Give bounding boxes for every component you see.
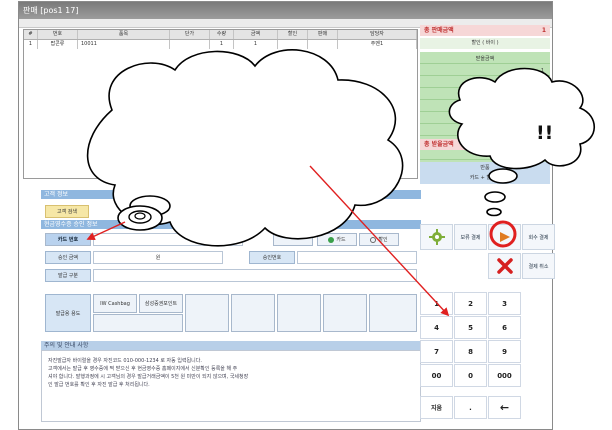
col-header[interactable]: 담당자 [338, 30, 417, 39]
customer-section-title: 고객 정보 [41, 190, 421, 199]
key-7[interactable]: 7 [420, 340, 453, 363]
change-sub: 카드 + 할인반 [469, 175, 501, 181]
close-icon [496, 258, 513, 274]
col-header[interactable]: 수량 [210, 30, 234, 39]
notice-line: 자진발급자 바이럴을 경우 자진코드 010-000-1234 로 자동 입력됩… [48, 358, 202, 364]
table-cell [278, 40, 308, 49]
col-header[interactable]: 금액 [234, 30, 278, 39]
due-row: 총 받을금액 1 [420, 139, 550, 150]
discount-row[interactable]: 할인 ( 바이 ) [420, 38, 550, 49]
customer-search-button[interactable]: 고객 검색 [45, 205, 89, 218]
key-6[interactable]: 6 [488, 316, 521, 339]
kind-option-7[interactable] [369, 294, 417, 332]
due-label: 총 받을금액 [424, 141, 454, 148]
payment-panel: 받을금액 1 [420, 52, 550, 177]
grid-header: # 번호 품목 단가 수량 금액 할인 판매 담당자 [24, 30, 417, 40]
window-title: 판매 [pos1 17] [19, 2, 552, 19]
option-card-label: 카드 [336, 237, 346, 243]
col-header[interactable]: 할인 [278, 30, 308, 39]
option-discount-button[interactable]: 할인 [359, 233, 399, 246]
notice-line: 인 발급 번호를 확인 후 자진 발급 후 처리됩니다. [48, 382, 150, 388]
radio-icon [328, 236, 335, 243]
col-header[interactable]: # [24, 30, 38, 39]
table-cell: 1 [210, 40, 234, 49]
notice-line: 고객에서는 발급 후 영수증에 찍 받으신 후 현금영수증 홈페이지에서 신분확… [48, 366, 238, 372]
change-row: 반품 카드 + 할인반 [420, 162, 550, 184]
cancel-payment-button[interactable]: 결제 취소 [522, 253, 555, 279]
table-cell: 10011 [78, 40, 170, 49]
pay-line [420, 102, 550, 112]
pay-line [420, 114, 550, 124]
pay-value: 1 [420, 66, 550, 76]
notice-section-title: 주의 및 안내 사항 [41, 341, 421, 350]
kind-option-8[interactable] [93, 314, 183, 332]
settings-button[interactable] [420, 224, 453, 250]
dot-key[interactable]: . [454, 396, 487, 419]
pay-line [420, 126, 550, 136]
backspace-key[interactable]: ← [488, 396, 521, 419]
next-button[interactable] [488, 224, 521, 250]
pay-line [420, 90, 550, 100]
key-5[interactable]: 5 [454, 316, 487, 339]
approval-label: 승인번호 [249, 251, 295, 264]
key-4[interactable]: 4 [420, 316, 453, 339]
type-field[interactable] [93, 269, 417, 282]
col-header[interactable]: 단가 [170, 30, 210, 39]
table-cell: 1 [24, 40, 38, 49]
product-grid: # 번호 품목 단가 수량 금액 할인 판매 담당자 1 팝콘류 10011 1… [23, 29, 418, 179]
pos-window: 판매 [pos1 17] # 번호 품목 단가 수량 금액 할인 판매 담당자 … [18, 1, 555, 430]
col-header[interactable]: 품목 [78, 30, 170, 39]
option-card-button[interactable]: 카드 [317, 233, 357, 246]
hold-payment-button[interactable]: 보류 결제 [454, 224, 487, 250]
total-row: 총 판매금액 1 [420, 25, 550, 36]
table-row[interactable]: 1 팝콘류 10011 1 1 주멘1 [24, 40, 417, 49]
col-header[interactable]: 판매 [308, 30, 338, 39]
key-8[interactable]: 8 [454, 340, 487, 363]
total-value: 1 [541, 27, 546, 34]
kind-option-6[interactable] [323, 294, 367, 332]
kind-option-5[interactable] [277, 294, 321, 332]
table-cell [170, 40, 210, 49]
key-0[interactable]: 0 [454, 364, 487, 387]
total-label: 총 판매금액 [424, 27, 454, 34]
kind-option-4[interactable] [231, 294, 275, 332]
clear-key[interactable]: 지움 [420, 396, 453, 419]
kind-option-1[interactable]: IW Cashbag [93, 294, 137, 313]
key-3[interactable]: 3 [488, 292, 521, 315]
type-label: 발급 구분 [45, 269, 91, 282]
play-arrow-icon [499, 232, 510, 242]
option-discount-label: 할인 [378, 237, 388, 243]
table-cell: 팝콘류 [38, 40, 78, 49]
receipt-section-title: 현금영수증 승인 정보 [41, 220, 421, 229]
exclamation-mark: !! [536, 122, 554, 144]
pay-line [420, 78, 550, 88]
radio-icon [370, 236, 377, 243]
card-number-button[interactable]: 카드 번호 [45, 233, 91, 246]
amount-field[interactable]: 원 [93, 251, 223, 264]
table-cell [308, 40, 338, 49]
change-label: 반품 [480, 165, 490, 171]
table-cell: 1 [234, 40, 278, 49]
option-button-blank[interactable] [273, 233, 313, 246]
col-header[interactable]: 번호 [38, 30, 78, 39]
approval-field[interactable] [297, 251, 417, 264]
collect-payment-button[interactable]: 회수 결제 [522, 224, 555, 250]
key-000[interactable]: 000 [488, 364, 521, 387]
key-1[interactable]: 1 [420, 292, 453, 315]
cancel-x-button[interactable] [488, 253, 521, 279]
amount-label: 승인 금액 [45, 251, 91, 264]
pay-label: 받을금액 [420, 54, 550, 64]
pay-line [420, 150, 550, 160]
notice-line: 셔야 합니다. 발행과정에 시 고객님의 경우 발급거래금액이 5천 원 미만이… [48, 374, 249, 380]
key-2[interactable]: 2 [454, 292, 487, 315]
kind-option-2[interactable]: 삼성증권포인트 [139, 294, 183, 313]
table-cell: 주멘1 [338, 40, 417, 49]
gear-icon [428, 229, 445, 245]
kind-option-3[interactable] [185, 294, 229, 332]
key-9[interactable]: 9 [488, 340, 521, 363]
kind-label: 발급용 용도 [45, 294, 91, 332]
notice-box: 자진발급자 바이럴을 경우 자진코드 010-000-1234 로 자동 입력됩… [41, 350, 421, 422]
card-number-field[interactable] [93, 233, 243, 246]
key-00[interactable]: 00 [420, 364, 453, 387]
